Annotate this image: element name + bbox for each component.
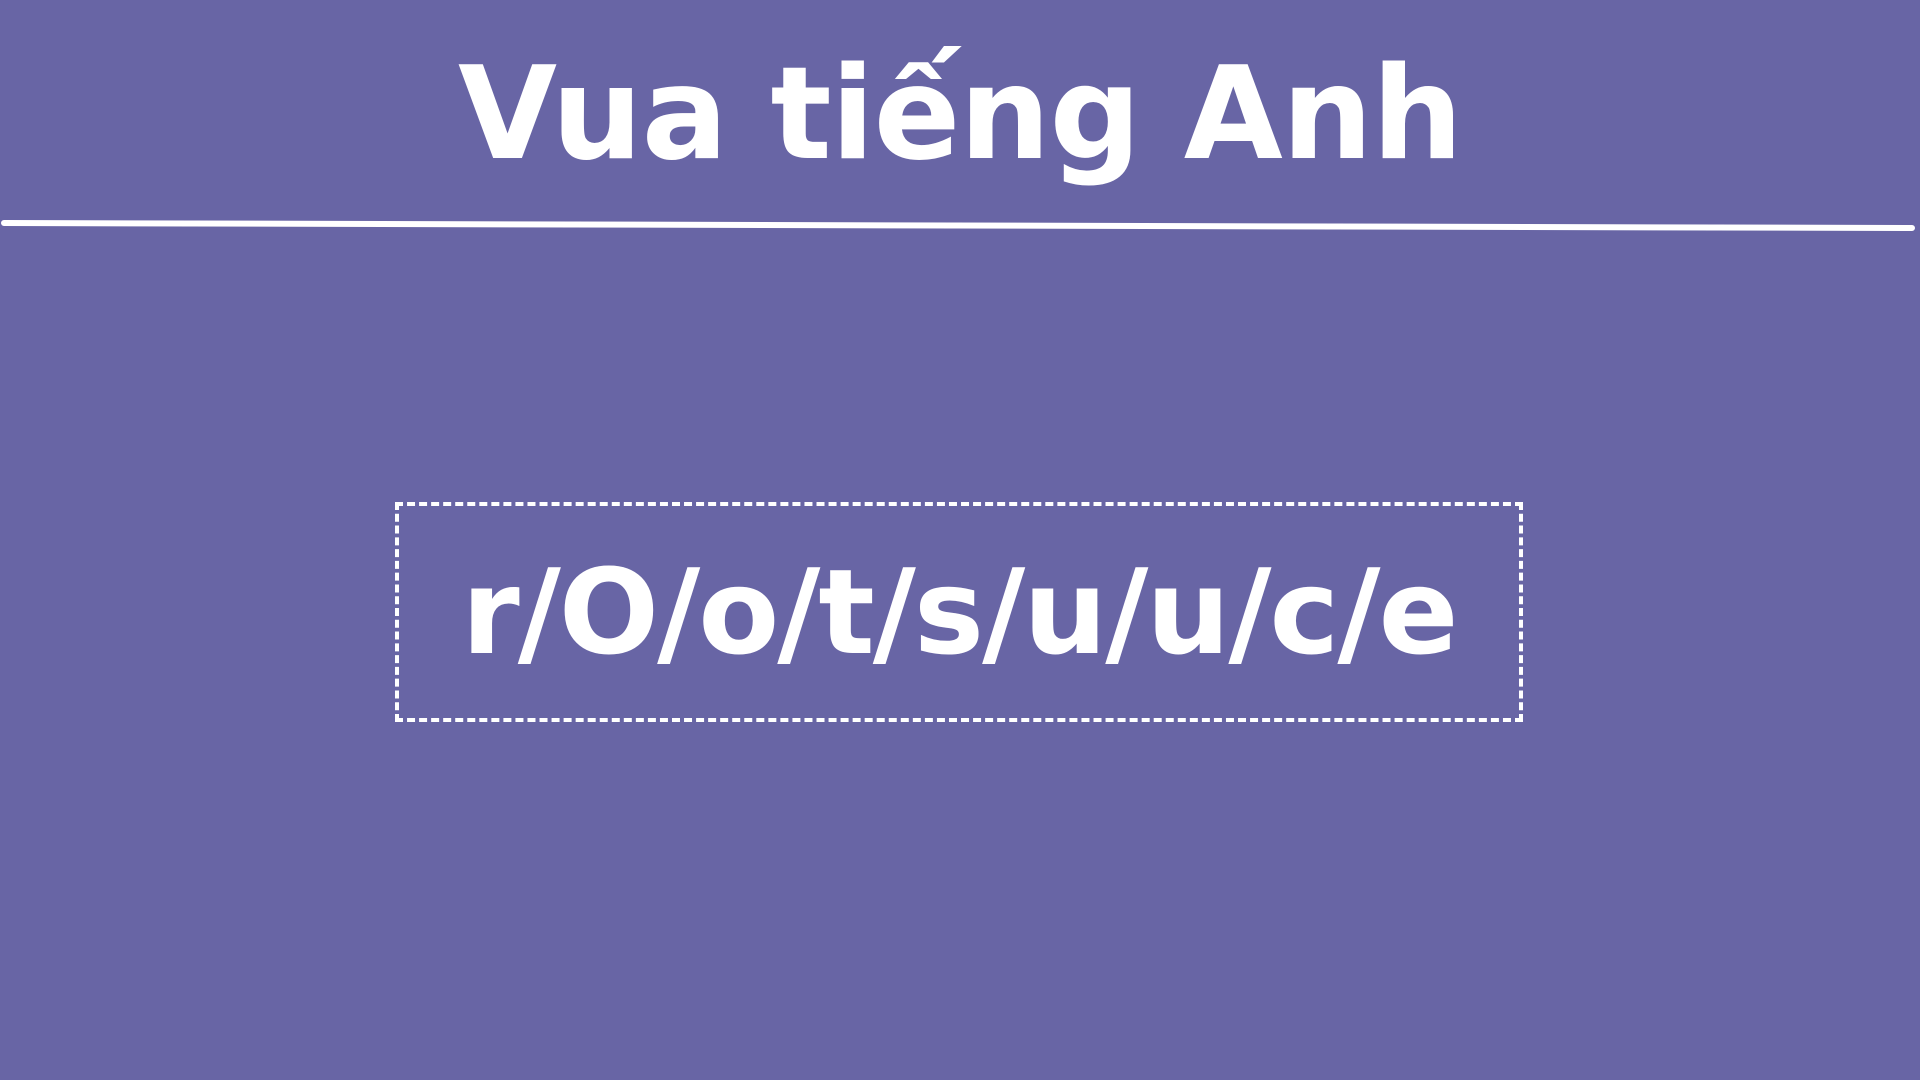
scrambled-letters: r/O/o/t/s/u/u/c/e xyxy=(461,543,1459,681)
game-title: Vua tiếng Anh xyxy=(457,40,1463,189)
